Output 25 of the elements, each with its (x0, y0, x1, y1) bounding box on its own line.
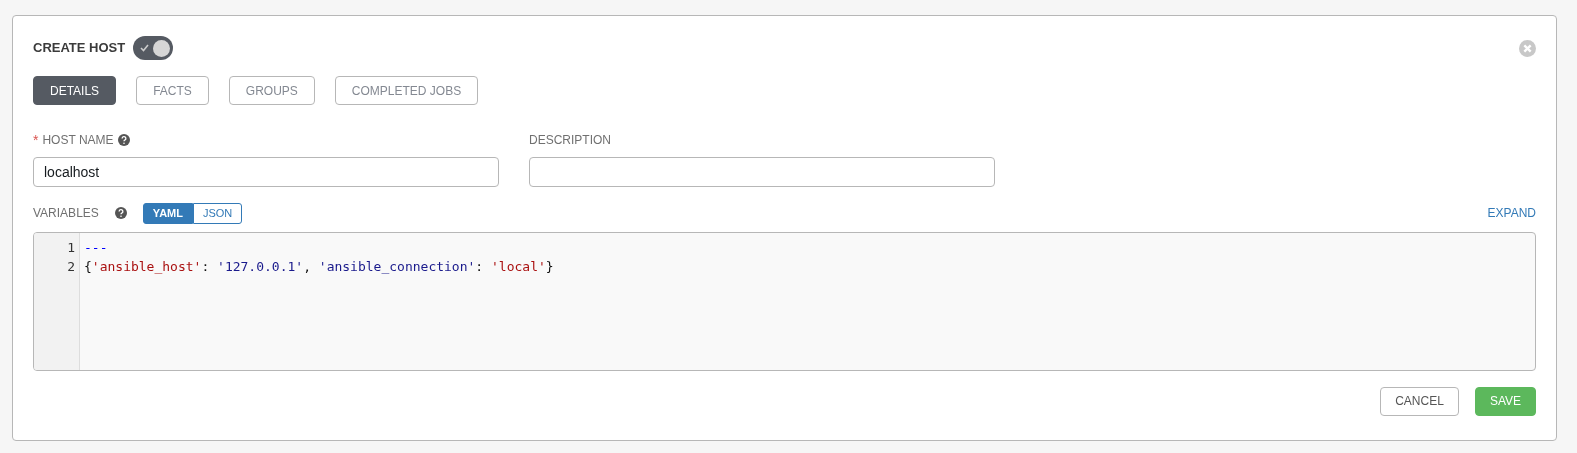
line-number: 2 (66, 257, 76, 276)
text-field[interactable]: localhost (33, 157, 499, 187)
toggle-switch[interactable] (133, 36, 174, 60)
help-icon[interactable] (117, 134, 130, 146)
code-editor[interactable]: 1 2 --- {'ansible_host': '127.0.0.1', 'ansible_connection': 'local'} (33, 231, 1536, 371)
expand-link[interactable]: EXPAND (1487, 204, 1536, 223)
mode-toggle[interactable]: YAML (142, 203, 193, 224)
help-icon[interactable] (114, 207, 127, 220)
save-button[interactable]: SAVE (1474, 386, 1536, 416)
line-number: 1 (66, 238, 76, 257)
code-line: {'ansible_host': '127.0.0.1', 'ansible_connection': 'local'} (84, 257, 554, 276)
tab[interactable]: GROUPS (228, 76, 315, 105)
required-marker: * (33, 133, 39, 147)
field-label: HOST NAME (42, 132, 114, 149)
text-field[interactable] (529, 157, 995, 187)
cancel-button[interactable]: CANCEL (1380, 386, 1459, 416)
tab[interactable]: COMPLETED JOBS (334, 76, 479, 105)
tab[interactable]: FACTS (136, 76, 209, 105)
form-title: CREATE HOST (33, 39, 126, 58)
mode-toggle[interactable]: JSON (192, 203, 243, 224)
check-icon (140, 44, 150, 52)
field-label: DESCRIPTION (529, 132, 611, 149)
code-line: --- (84, 238, 109, 257)
field-label: VARIABLES (33, 205, 99, 223)
tab[interactable]: DETAILS (33, 76, 117, 105)
